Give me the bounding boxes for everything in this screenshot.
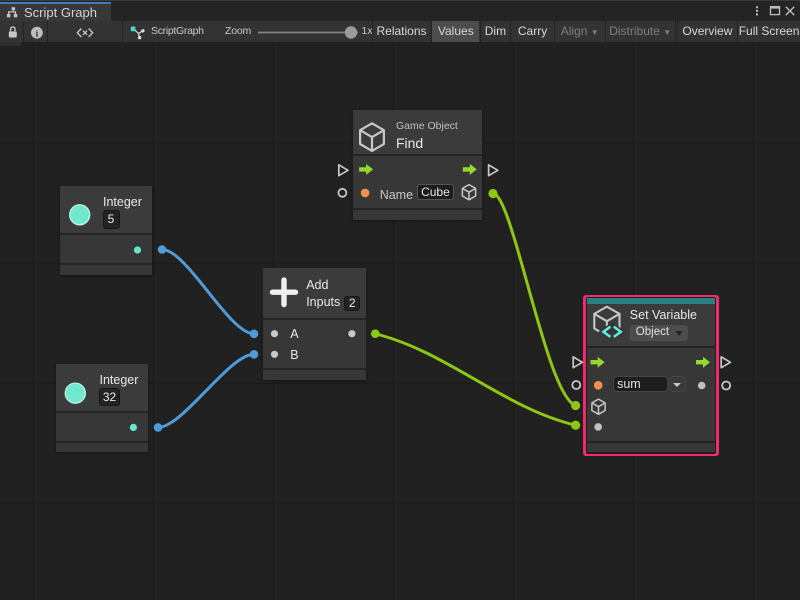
svg-text:i: i [36,29,39,40]
